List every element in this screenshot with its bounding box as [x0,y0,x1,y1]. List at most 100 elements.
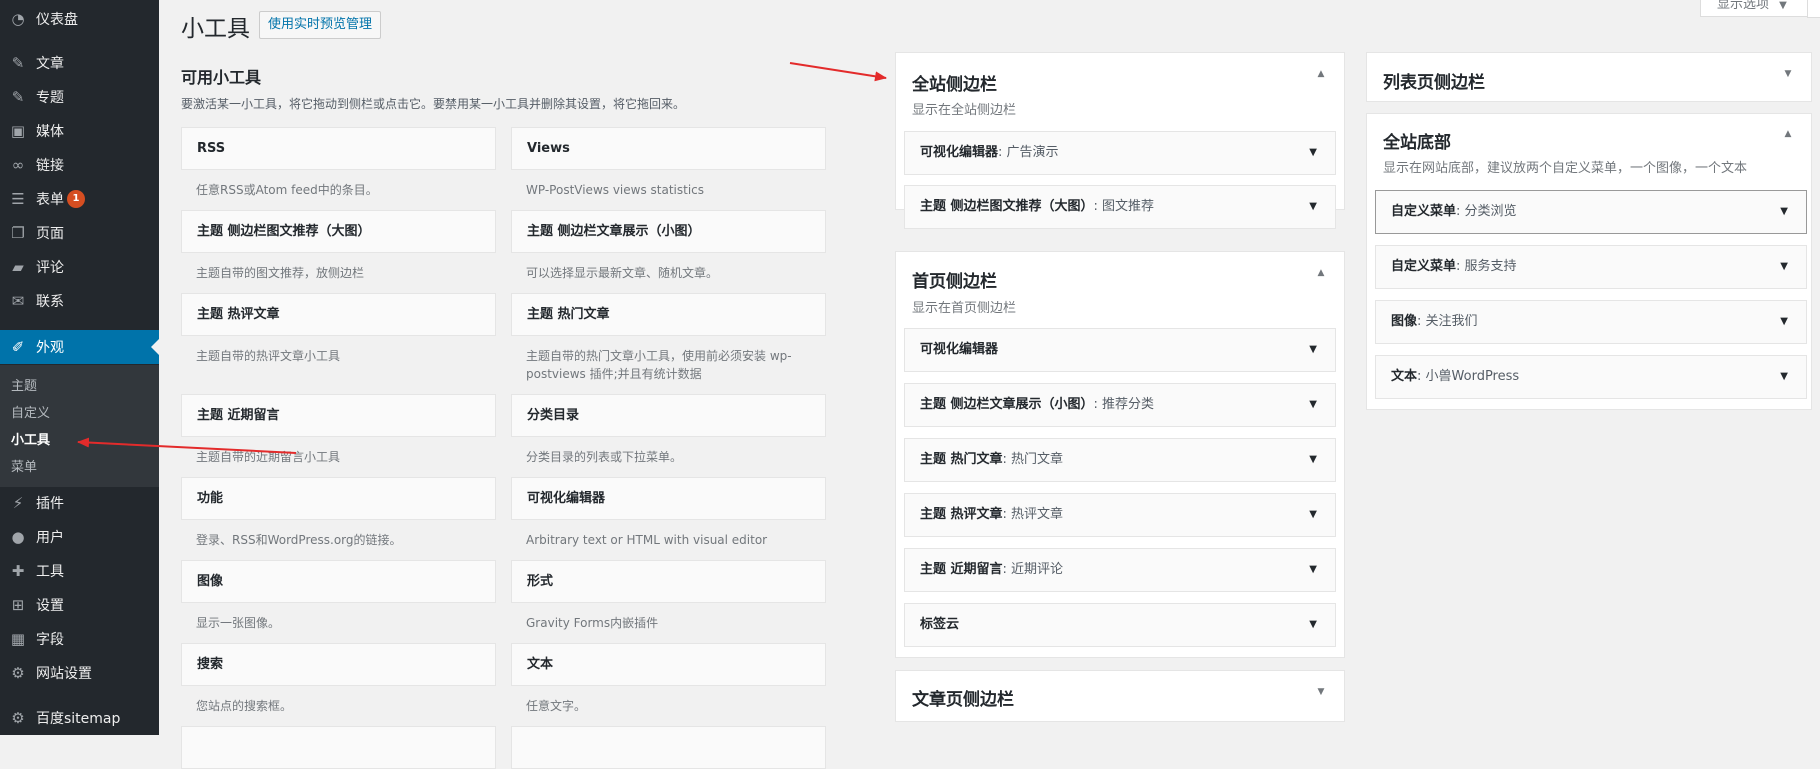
sidebar-widget[interactable]: 图像: 关注我们 ▼ [1375,300,1807,344]
submenu-item-widgets[interactable]: 小工具 [11,429,50,448]
widget-description: 分类目录的列表或下拉菜单。 [526,450,683,464]
chevron-down-icon: ▼ [1779,0,1787,11]
collapse-icon[interactable]: ▲ [1316,69,1326,79]
chevron-down-icon[interactable]: ▼ [1309,439,1317,481]
collapse-icon[interactable]: ▲ [1316,268,1326,278]
chevron-down-icon[interactable]: ▼ [1309,132,1317,174]
sidebar-widget[interactable]: 主题 侧边栏图文推荐（大图）: 图文推荐 ▼ [904,185,1336,229]
chevron-down-icon[interactable]: ▼ [1780,191,1788,233]
available-widget[interactable] [511,726,826,769]
menu-item-site-settings[interactable]: ⚙ 网站设置 [0,656,159,690]
available-widget[interactable]: 分类目录 [511,394,826,437]
pin-icon: ✎ [11,88,25,106]
submenu-item-customize[interactable]: 自定义 [11,402,50,421]
screen-options-button[interactable]: 显示选项 ▼ [1700,0,1810,17]
menu-item-label: 用户 [36,530,64,546]
widget-description: 主题自带的近期留言小工具 [196,450,341,464]
link-icon: ∞ [11,156,25,174]
sidebar-widget[interactable]: 标签云 ▼ [904,603,1336,647]
sidebar-widget[interactable]: 主题 热门文章: 热门文章 ▼ [904,438,1336,482]
available-widget[interactable]: 搜索 [181,643,496,686]
available-widgets-description: 要激活某一小工具，将它拖动到侧栏或点击它。要禁用某一小工具并删除其设置，将它拖回… [181,97,686,111]
sidebar-widget[interactable]: 自定义菜单: 分类浏览 ▼ [1375,190,1807,234]
available-widget[interactable]: 文本 [511,643,826,686]
submenu-item-themes[interactable]: 主题 [11,375,37,394]
sidebar-widget[interactable]: 文本: 小兽WordPress ▼ [1375,355,1807,399]
menu-item-forms[interactable]: ☰ 表单 1 [0,182,159,216]
sidebar-widget-name: 自定义菜单 [1391,204,1457,219]
available-widget[interactable]: 主题 热评文章 [181,293,496,336]
menu-item-media[interactable]: ▣ 媒体 [0,114,159,148]
chevron-down-icon[interactable]: ▼ [1309,494,1317,536]
menu-item-topics[interactable]: ✎ 专题 [0,80,159,114]
sidebar-widget-title: 近期评论 [1011,562,1064,577]
help-tab-button[interactable] [1807,0,1820,18]
available-widget[interactable]: 主题 热门文章 [511,293,826,336]
appearance-submenu: 主题 自定义 小工具 菜单 [0,365,159,487]
menu-item-plugins[interactable]: ⚡ 插件 [0,486,159,520]
sidebar-widget-name: 主题 热评文章 [920,507,1003,522]
expand-icon[interactable]: ▼ [1316,687,1326,697]
sidebar-widget-name: 标签云 [920,617,960,632]
sidebar-widget-title: 广告演示 [1006,145,1059,160]
menu-item-fields[interactable]: ▦ 字段 [0,622,159,656]
sidebar-widget-name: 主题 侧边栏文章展示（小图） [920,397,1094,412]
menu-item-settings[interactable]: ⊞ 设置 [0,588,159,622]
comment-icon: ▰ [12,258,24,276]
submenu-item-menus[interactable]: 菜单 [11,456,37,475]
menu-item-label: 插件 [36,496,64,512]
live-preview-button[interactable]: 使用实时预览管理 [259,11,382,39]
menu-item-contact[interactable]: ✉ 联系 [0,284,159,318]
sidebar-widget[interactable]: 主题 近期留言: 近期评论 ▼ [904,548,1336,592]
fields-icon: ▦ [10,630,26,648]
sidebar-widget-name: 文本 [1391,369,1418,384]
expand-icon[interactable]: ▼ [1783,69,1793,79]
menu-item-comments[interactable]: ▰ 评论 [0,250,159,284]
menu-item-dashboard[interactable]: ◔ 仪表盘 [0,2,159,36]
sidebar-area-article[interactable]: 文章页侧边栏 ▼ [895,670,1345,722]
available-widget[interactable]: 主题 侧边栏图文推荐（大图） [181,210,496,253]
sidebar-widget[interactable]: 自定义菜单: 服务支持 ▼ [1375,245,1807,289]
available-widget[interactable]: Views [511,127,826,170]
update-badge: 1 [67,190,85,208]
chevron-down-icon[interactable]: ▼ [1309,186,1317,228]
available-widget[interactable]: RSS [181,127,496,170]
chevron-down-icon[interactable]: ▼ [1780,246,1788,288]
menu-item-label: 工具 [36,564,64,580]
widget-description: Gravity Forms内嵌插件 [526,616,659,630]
chevron-down-icon[interactable]: ▼ [1780,356,1788,398]
sidebar-widget[interactable]: 主题 热评文章: 热评文章 ▼ [904,493,1336,537]
chevron-down-icon[interactable]: ▼ [1780,301,1788,343]
chevron-down-icon[interactable]: ▼ [1309,549,1317,591]
available-widget[interactable]: 可视化编辑器 [511,477,826,520]
screen-options-label: 显示选项 [1717,0,1770,12]
sidebar-widget[interactable]: 可视化编辑器: 广告演示 ▼ [904,131,1336,175]
widget-description: 主题自带的热评文章小工具 [196,349,341,363]
collapse-icon[interactable]: ▲ [1783,129,1793,139]
menu-item-users[interactable]: ● 用户 [0,520,159,554]
menu-item-tools[interactable]: ✚ 工具 [0,554,159,588]
menu-item-appearance[interactable]: ✐ 外观 [0,330,159,364]
menu-item-links[interactable]: ∞ 链接 [0,148,159,182]
gear-icon: ⚙ [11,709,25,727]
chevron-down-icon[interactable]: ▼ [1309,329,1317,371]
sidebar-widget[interactable]: 可视化编辑器 ▼ [904,328,1336,372]
menu-item-pages[interactable]: ❐ 页面 [0,216,159,250]
available-widget[interactable]: 图像 [181,560,496,603]
menu-item-baidu-sitemap[interactable]: ⚙ 百度sitemap [0,701,159,735]
menu-item-label: 字段 [36,632,64,648]
available-widget[interactable]: 形式 [511,560,826,603]
available-widget[interactable] [181,726,496,769]
sidebar-area-list[interactable]: 列表页侧边栏 ▼ [1366,52,1812,102]
available-widget[interactable]: 主题 近期留言 [181,394,496,437]
widget-description: 登录、RSS和WordPress.org的链接。 [196,533,402,547]
available-widget[interactable]: 功能 [181,477,496,520]
menu-item-posts[interactable]: ✎ 文章 [0,46,159,80]
menu-item-label: 仪表盘 [36,12,78,28]
chevron-down-icon[interactable]: ▼ [1309,384,1317,426]
chevron-down-icon[interactable]: ▼ [1309,604,1317,646]
sidebar-widget[interactable]: 主题 侧边栏文章展示（小图）: 推荐分类 ▼ [904,383,1336,427]
media-icon: ▣ [10,122,26,140]
available-widget[interactable]: 主题 侧边栏文章展示（小图） [511,210,826,253]
menu-item-label: 设置 [36,598,64,614]
